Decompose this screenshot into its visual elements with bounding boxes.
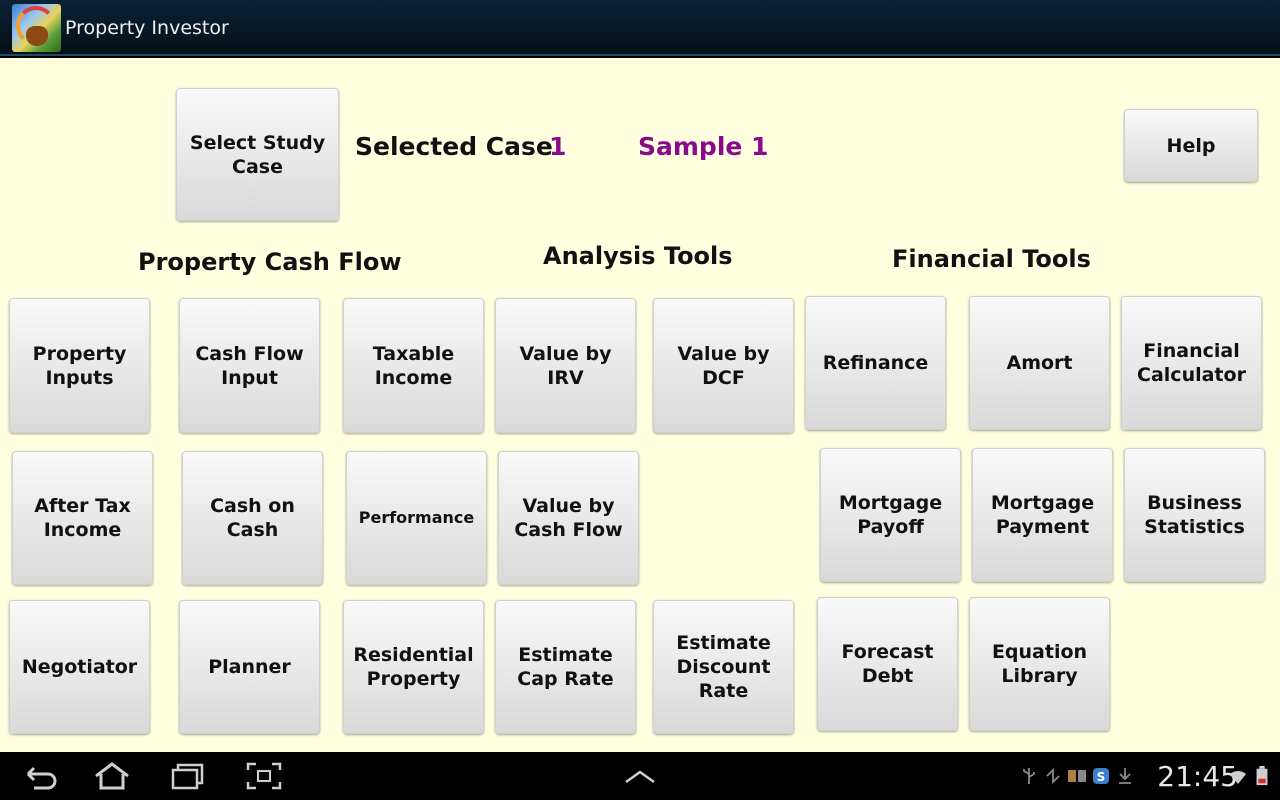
home-icon[interactable] xyxy=(92,760,132,792)
main-content: Select Study Case Selected Case 1 Sample… xyxy=(0,58,1280,752)
performance-button[interactable]: Performance xyxy=(346,451,487,585)
skype-icon: S xyxy=(1093,768,1109,784)
app-title: Property Investor xyxy=(65,17,229,39)
financial-calculator-button[interactable]: Financial Calculator xyxy=(1121,296,1262,430)
selected-case-label: Selected Case xyxy=(355,132,553,161)
recent-apps-icon[interactable] xyxy=(168,760,208,792)
value-by-dcf-button[interactable]: Value by DCF xyxy=(653,298,794,433)
media-icon xyxy=(1068,770,1086,782)
system-nav-bar: S 21:45 xyxy=(0,752,1280,800)
back-icon[interactable] xyxy=(20,760,60,792)
usb-icon xyxy=(1023,768,1035,784)
value-by-irv-button[interactable]: Value by IRV xyxy=(495,298,636,433)
select-study-case-button[interactable]: Select Study Case xyxy=(176,88,339,221)
section-title-financial-tools: Financial Tools xyxy=(892,245,1091,273)
residential-property-button[interactable]: Residential Property xyxy=(343,600,484,734)
screenshot-icon[interactable] xyxy=(244,760,284,792)
download-icon xyxy=(1119,768,1131,784)
negotiator-button[interactable]: Negotiator xyxy=(9,600,150,734)
forecast-debt-button[interactable]: Forecast Debt xyxy=(817,597,958,731)
section-title-property-cash-flow: Property Cash Flow xyxy=(138,248,402,276)
business-statistics-button[interactable]: Business Statistics xyxy=(1124,448,1265,582)
estimate-discount-rate-button[interactable]: Estimate Discount Rate xyxy=(653,600,794,734)
after-tax-income-button[interactable]: After Tax Income xyxy=(12,451,153,585)
equation-library-button[interactable]: Equation Library xyxy=(969,597,1110,731)
wifi-icon xyxy=(1230,770,1246,784)
estimate-cap-rate-button[interactable]: Estimate Cap Rate xyxy=(495,600,636,734)
value-by-cash-flow-button[interactable]: Value by Cash Flow xyxy=(498,451,639,585)
cash-flow-input-button[interactable]: Cash Flow Input xyxy=(179,298,320,433)
sync-icon xyxy=(1046,767,1060,785)
property-inputs-button[interactable]: Property Inputs xyxy=(9,298,150,433)
planner-button[interactable]: Planner xyxy=(179,600,320,734)
chevron-up-icon[interactable] xyxy=(620,760,660,792)
amort-button[interactable]: Amort xyxy=(969,296,1110,430)
status-clock: 21:45 xyxy=(1157,760,1238,793)
selected-case-number: 1 xyxy=(549,132,567,161)
refinance-button[interactable]: Refinance xyxy=(805,296,946,430)
cash-on-cash-button[interactable]: Cash on Cash xyxy=(182,451,323,585)
mortgage-payoff-button[interactable]: Mortgage Payoff xyxy=(820,448,961,582)
mortgage-payment-button[interactable]: Mortgage Payment xyxy=(972,448,1113,582)
selected-case-name: Sample 1 xyxy=(638,132,769,161)
app-logo-icon[interactable] xyxy=(12,4,61,52)
section-title-analysis-tools: Analysis Tools xyxy=(543,242,733,270)
svg-text:S: S xyxy=(1097,770,1106,784)
taxable-income-button[interactable]: Taxable Income xyxy=(343,298,484,433)
battery-icon xyxy=(1256,766,1268,786)
help-button[interactable]: Help xyxy=(1124,109,1258,182)
action-bar: Property Investor xyxy=(0,0,1280,56)
